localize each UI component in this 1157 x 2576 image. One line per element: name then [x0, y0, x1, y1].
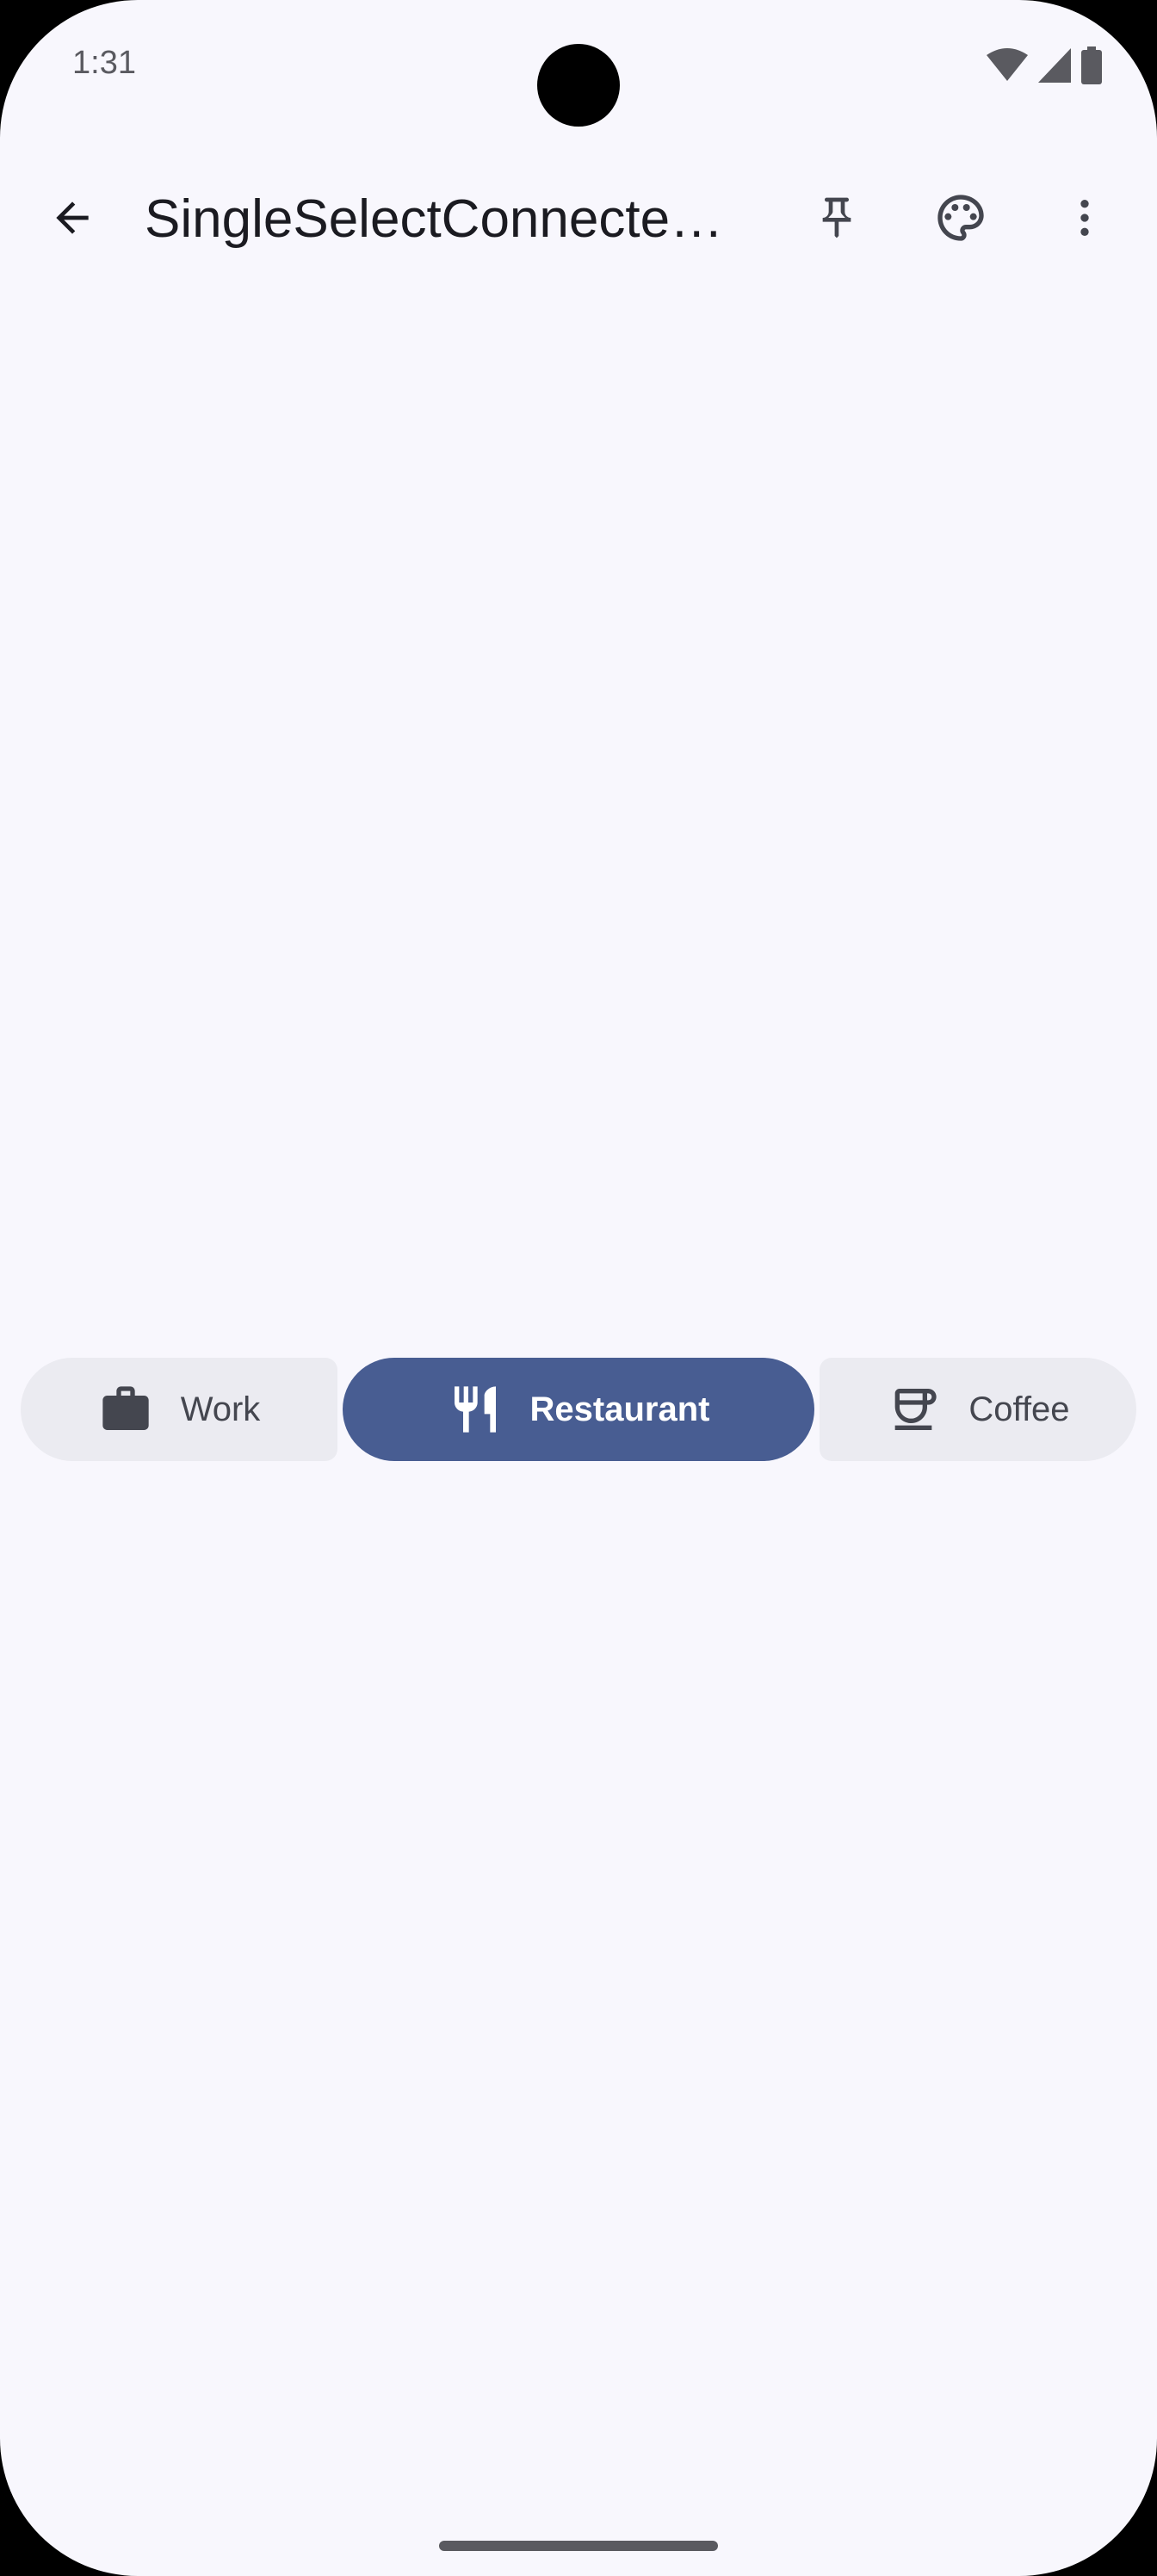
- more-options-button[interactable]: [1043, 178, 1126, 261]
- pin-icon: [813, 194, 861, 246]
- wifi-icon: [987, 48, 1028, 83]
- coffee-icon: [886, 1382, 941, 1437]
- pin-button[interactable]: [795, 178, 878, 261]
- coffee-label: Coffee: [968, 1390, 1070, 1428]
- palette-icon: [933, 190, 988, 250]
- phone-screen: 1:31 SingleSelectConnecte… Work Restaura…: [0, 0, 1157, 2576]
- back-arrow-icon: [48, 194, 96, 246]
- top-app-bar: SingleSelectConnecte…: [0, 164, 1157, 276]
- status-icons: [987, 46, 1102, 84]
- page-title: SingleSelectConnecte…: [145, 189, 724, 249]
- status-time: 1:31: [72, 45, 136, 81]
- restaurant-icon: [448, 1382, 503, 1437]
- restaurant-toggle-button[interactable]: Restaurant: [343, 1358, 814, 1461]
- camera-cutout: [537, 44, 620, 127]
- gesture-navigation-handle[interactable]: [439, 2541, 718, 2551]
- work-toggle-button[interactable]: Work: [21, 1358, 337, 1461]
- battery-icon: [1081, 46, 1102, 84]
- signal-icon: [1038, 48, 1071, 83]
- work-icon: [98, 1382, 153, 1437]
- single-select-connected-button-group: Work Restaurant Coffee: [21, 1358, 1136, 1461]
- theme-palette-button[interactable]: [919, 178, 1002, 261]
- back-button[interactable]: [31, 178, 114, 261]
- restaurant-label: Restaurant: [529, 1390, 710, 1428]
- coffee-toggle-button[interactable]: Coffee: [820, 1358, 1136, 1461]
- work-label: Work: [180, 1390, 261, 1428]
- status-bar: 1:31: [0, 0, 1157, 129]
- more-vert-icon: [1061, 194, 1109, 246]
